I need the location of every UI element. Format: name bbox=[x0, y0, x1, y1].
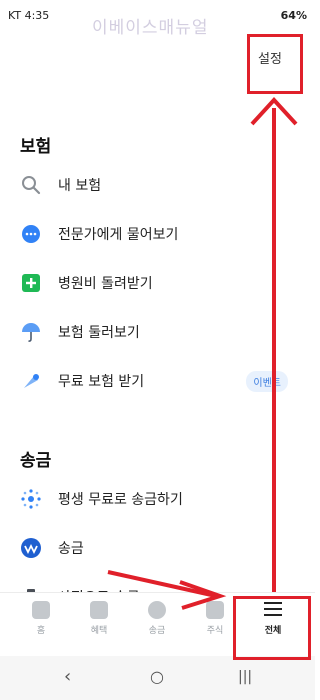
annotation-arrow-diag-shaft bbox=[107, 570, 217, 598]
annotation-arrows bbox=[107, 97, 298, 610]
annotation-arrow-diag-head bbox=[179, 580, 227, 610]
